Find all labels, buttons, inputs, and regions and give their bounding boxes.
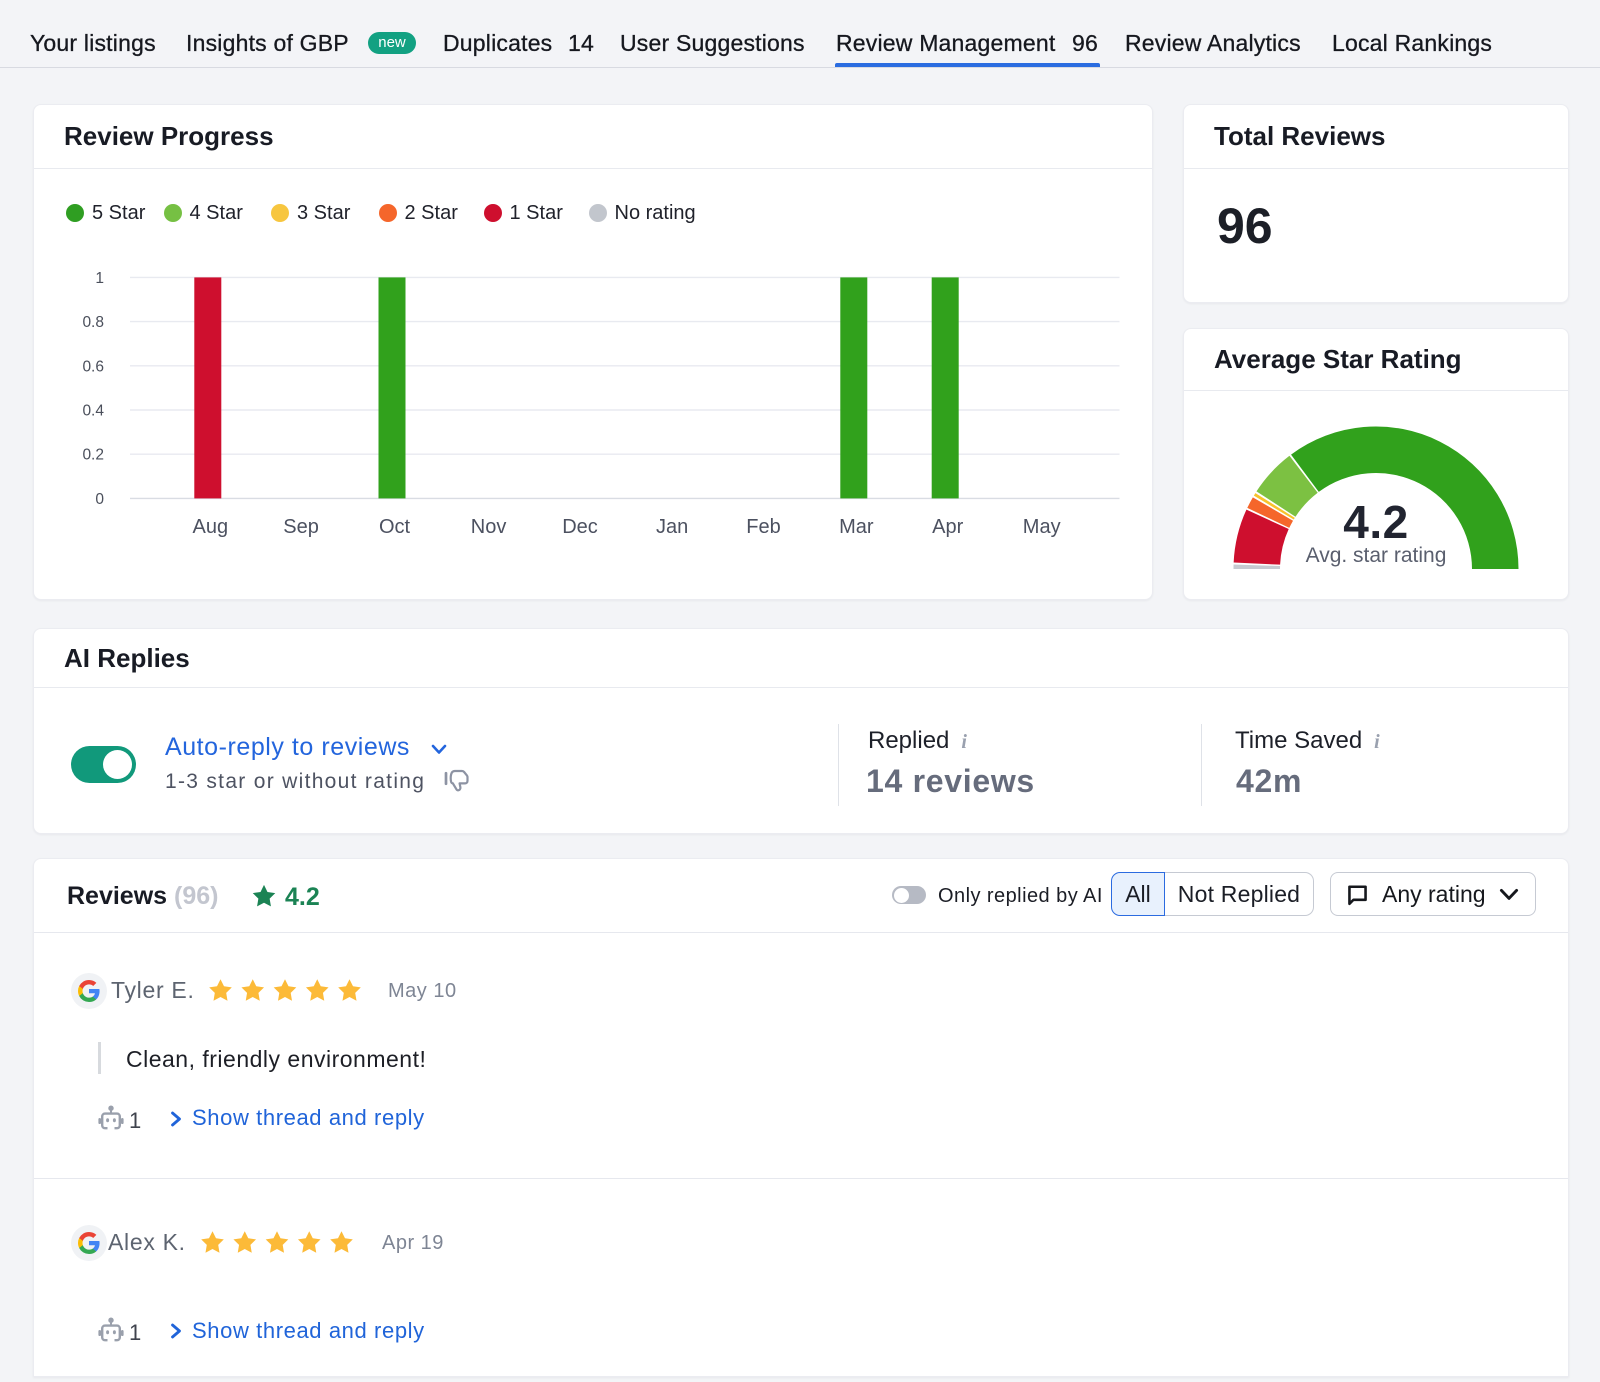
svg-text:Feb: Feb (746, 516, 780, 538)
svg-text:May: May (1023, 516, 1061, 538)
svg-text:Apr: Apr (932, 516, 963, 538)
svg-text:0.4: 0.4 (82, 403, 104, 420)
svg-text:Dec: Dec (562, 516, 598, 538)
svg-text:Nov: Nov (471, 516, 507, 538)
svg-text:Mar: Mar (839, 516, 874, 538)
svg-text:0: 0 (95, 491, 104, 508)
svg-text:Oct: Oct (379, 516, 411, 538)
svg-text:Sep: Sep (283, 516, 319, 538)
svg-text:Aug: Aug (193, 516, 229, 538)
svg-text:0.8: 0.8 (82, 314, 104, 331)
svg-text:0.2: 0.2 (82, 447, 104, 464)
svg-text:Jan: Jan (656, 516, 688, 538)
svg-text:1: 1 (95, 270, 104, 287)
svg-text:0.6: 0.6 (82, 358, 104, 375)
